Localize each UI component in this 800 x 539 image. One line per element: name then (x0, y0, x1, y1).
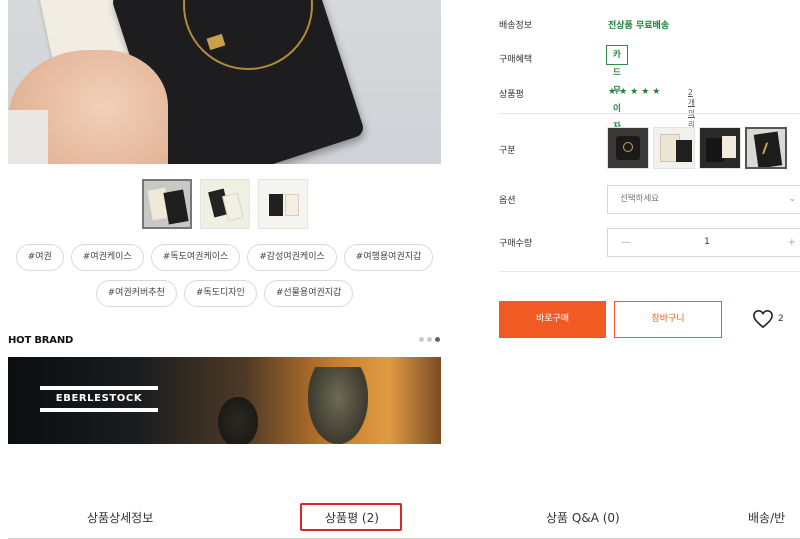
option-select-value: 선택하세요 (620, 194, 660, 204)
hashtag-chip[interactable]: #여권 (15, 244, 64, 271)
shipping-value: 전상품 무료배송 (608, 21, 670, 31)
option-select[interactable]: 선택하세요 ⌄ (607, 185, 800, 214)
carousel-dot-active[interactable] (435, 337, 440, 342)
tab-product-detail[interactable]: 상품상세정보 (87, 509, 153, 526)
chevron-down-icon: ⌄ (788, 194, 796, 204)
divider (499, 271, 800, 272)
variant-option-2[interactable] (653, 127, 695, 169)
like-button[interactable]: 2 (752, 309, 784, 329)
hashtag-chip[interactable]: #감성여권케이스 (247, 244, 337, 271)
hashtag-list: #여권 #여권케이스 #독도여권케이스 #감성여권케이스 #여행용여권지갑 #여… (8, 244, 441, 307)
quantity-value[interactable]: 1 (692, 229, 722, 256)
hashtag-chip[interactable]: #선물용여권지갑 (263, 280, 354, 307)
brand-logo: EBERLESTOCK (40, 386, 158, 412)
product-thumbnail-1[interactable] (142, 179, 192, 229)
benefit-label: 구매혜택 (499, 55, 533, 65)
hot-brand-banner[interactable]: EBERLESTOCK (8, 357, 441, 444)
product-main-image (8, 0, 441, 164)
product-thumbnails (142, 179, 308, 229)
quantity-stepper: — 1 + (607, 228, 800, 257)
hashtag-chip[interactable]: #여권커버추천 (95, 280, 177, 307)
product-thumbnail-3[interactable] (258, 179, 308, 229)
variant-option-4-selected[interactable] (745, 127, 787, 169)
quantity-increase-button[interactable]: + (788, 229, 796, 256)
benefit-badge[interactable]: 카드무이자 (606, 45, 628, 132)
review-label: 상품평 (499, 90, 524, 100)
quantity-label: 구매수량 (499, 239, 533, 249)
heart-icon (753, 309, 773, 329)
divider (499, 113, 800, 114)
tab-reviews-highlight (300, 503, 402, 531)
variant-option-1[interactable] (607, 127, 649, 169)
variant-thumbnails (607, 127, 787, 169)
hot-brand-title: HOT BRAND (8, 335, 74, 346)
product-thumbnail-2[interactable] (200, 179, 250, 229)
hashtag-chip[interactable]: #여권케이스 (70, 244, 144, 271)
option-label: 옵션 (499, 196, 516, 206)
variant-option-3[interactable] (699, 127, 741, 169)
tab-shipping-return[interactable]: 배송/반 (748, 509, 785, 526)
hashtag-chip[interactable]: #독도여권케이스 (150, 244, 241, 271)
add-to-cart-button[interactable]: 장바구니 (614, 301, 722, 338)
quantity-decrease-button[interactable]: — (618, 229, 634, 256)
buy-now-button[interactable]: 바로구매 (499, 301, 606, 338)
hashtag-chip[interactable]: #독도디자인 (183, 280, 257, 307)
like-count: 2 (778, 314, 784, 324)
carousel-dot[interactable] (427, 337, 432, 342)
shipping-label: 배송정보 (499, 21, 533, 31)
carousel-dot[interactable] (419, 337, 424, 342)
rating-stars: ★★★★★ (608, 87, 664, 97)
variant-label: 구분 (499, 146, 516, 156)
hashtag-chip[interactable]: #여행용여권지갑 (343, 244, 434, 271)
carousel-dots (419, 337, 440, 342)
tab-qna[interactable]: 상품 Q&A (0) (546, 509, 620, 526)
